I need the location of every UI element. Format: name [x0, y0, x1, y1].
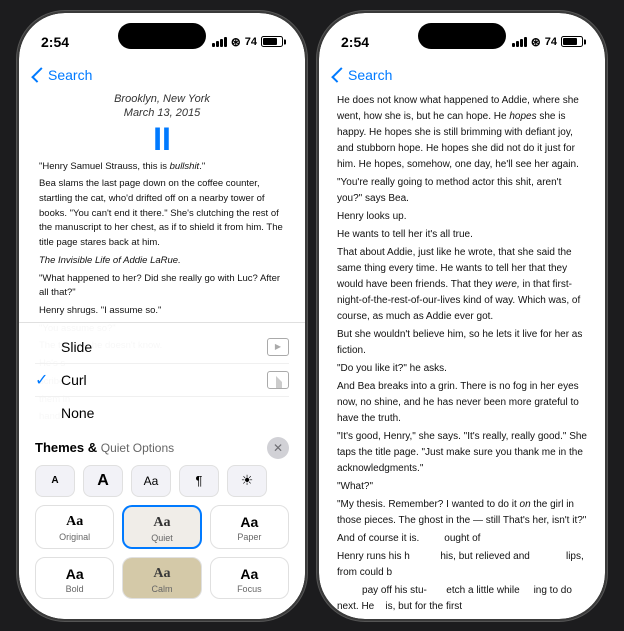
slide-preview-icon: ▶ [267, 338, 289, 356]
paragraph-icon: ¶ [196, 473, 203, 488]
chapter-number: II [39, 121, 285, 158]
rp-7: And Bea breaks into a grin. There is no … [337, 379, 587, 427]
para-3: "What happened to her? Did she really go… [39, 272, 285, 301]
rp-11: And of course it is. ought of [337, 531, 587, 547]
rp-0: He does not know what happened to Addie,… [337, 93, 587, 173]
back-label-right: Search [348, 67, 392, 83]
wifi-icon-right: ⊛ [531, 35, 541, 49]
theme-card-bold[interactable]: Aa Bold [35, 557, 114, 599]
book-date: March 13, 2015 [39, 107, 285, 119]
font-controls: A A Aa ¶ ☀ [35, 465, 289, 497]
font-size-small-btn[interactable]: A [35, 465, 75, 497]
checkmark-icon: ✓ [35, 370, 53, 390]
dynamic-island [118, 23, 206, 49]
para-1: Bea slams the last page down on the coff… [39, 177, 285, 251]
battery-level-right: 74 [545, 36, 557, 48]
rp-1: "You're really going to method actor thi… [337, 175, 587, 207]
font-large-label: A [97, 472, 109, 490]
themes-section: Themes & Quiet Options ✕ A A Aa [19, 433, 305, 619]
theme-paper-text: Aa [240, 514, 258, 530]
left-phone: 2:54 ⊛ 74 [17, 11, 307, 621]
nav-bar-left: Search [19, 57, 305, 93]
book-location: Brooklyn, New York [39, 93, 285, 105]
theme-card-quiet[interactable]: Aa Quiet [122, 505, 201, 549]
font-type-btn[interactable]: Aa [131, 465, 171, 497]
themes-title: Themes & Quiet Options [35, 440, 174, 455]
theme-original-text: Aa [66, 514, 83, 530]
theme-calm-text: Aa [153, 566, 170, 582]
option-slide[interactable]: ✓ Slide ▶ [35, 331, 289, 364]
theme-card-original[interactable]: Aa Original [35, 505, 114, 549]
chevron-left-icon-right [331, 67, 347, 83]
nav-bar-right: Search [319, 57, 605, 93]
battery-icon-left [261, 36, 283, 47]
rp-3: He wants to tell her it's all true. [337, 227, 587, 243]
option-slide-label: Slide [61, 339, 92, 355]
rp-4: That about Addie, just like he wrote, th… [337, 245, 587, 325]
theme-card-paper[interactable]: Aa Paper [210, 505, 289, 549]
font-small-label: A [51, 475, 58, 486]
right-screen: 2:54 ⊛ 74 [319, 13, 605, 619]
rp-2: Henry looks up. [337, 209, 587, 225]
battery-icon-right [561, 36, 583, 47]
rp-10: "My thesis. Remember? I wanted to do it … [337, 497, 587, 529]
rp-6: "Do you like it?" he asks. [337, 361, 587, 377]
chevron-left-icon [31, 67, 47, 83]
signal-icon [212, 36, 227, 47]
book-text-right: He does not know what happened to Addie,… [319, 93, 605, 619]
theme-focus-label: Focus [237, 584, 262, 594]
option-none[interactable]: ✓ None [35, 397, 289, 429]
option-curl[interactable]: ✓ Curl [35, 364, 289, 397]
left-screen: 2:54 ⊛ 74 [19, 13, 305, 619]
rp-12: Henry runs his h his, but relieved and l… [337, 549, 587, 581]
rp-5: But she wouldn't believe him, so he lets… [337, 327, 587, 359]
theme-calm-label: Calm [151, 584, 172, 594]
bottom-panel: ✓ Slide ▶ ✓ Curl [19, 322, 305, 619]
para-2: The Invisible Life of Addie LaRue. [39, 254, 285, 269]
rp-13: pay off his stu- etch a little while ing… [337, 583, 587, 615]
theme-card-focus[interactable]: Aa Focus [210, 557, 289, 599]
theme-quiet-text: Aa [153, 515, 170, 531]
font-size-large-btn[interactable]: A [83, 465, 123, 497]
page-turn-options: ✓ Slide ▶ ✓ Curl [19, 323, 305, 433]
dynamic-island-right [418, 23, 506, 49]
option-none-label: None [61, 405, 94, 421]
battery-level: 74 [245, 36, 257, 48]
para-0: "Henry Samuel Strauss, this is bullshit.… [39, 160, 285, 175]
wifi-icon: ⊛ [231, 35, 241, 49]
back-button-right[interactable]: Search [335, 67, 392, 83]
option-curl-label: Curl [61, 372, 87, 388]
brightness-btn[interactable]: ☀ [227, 465, 267, 497]
status-icons-right: ⊛ 74 [512, 35, 583, 49]
paragraph-btn[interactable]: ¶ [179, 465, 219, 497]
brightness-icon: ☀ [241, 472, 254, 489]
rp-14: has: sim, nd he's seen so little of it d… [337, 617, 587, 619]
close-button[interactable]: ✕ [267, 437, 289, 459]
theme-focus-text: Aa [240, 566, 258, 582]
para-4: Henry shrugs. "I assume so." [39, 304, 285, 319]
signal-icon-right [512, 36, 527, 47]
status-icons-left: ⊛ 74 [212, 35, 283, 49]
themes-header: Themes & Quiet Options ✕ [35, 437, 289, 459]
rp-9: "What?" [337, 479, 587, 495]
theme-grid: Aa Original Aa Quiet Aa [35, 505, 289, 615]
back-label-left: Search [48, 67, 92, 83]
back-button-left[interactable]: Search [35, 67, 92, 83]
theme-original-label: Original [59, 532, 90, 542]
time-right: 2:54 [341, 34, 369, 50]
theme-bold-text: Aa [66, 566, 84, 582]
font-type-icon: Aa [144, 474, 159, 488]
rp-8: "It's good, Henry," she says. "It's real… [337, 429, 587, 477]
theme-quiet-label: Quiet [151, 533, 173, 543]
theme-card-calm[interactable]: Aa Calm [122, 557, 201, 599]
curl-preview-icon [267, 371, 289, 389]
right-phone: 2:54 ⊛ 74 [317, 11, 607, 621]
time-left: 2:54 [41, 34, 69, 50]
theme-bold-label: Bold [66, 584, 84, 594]
theme-paper-label: Paper [237, 532, 261, 542]
phones-container: 2:54 ⊛ 74 [0, 0, 624, 631]
